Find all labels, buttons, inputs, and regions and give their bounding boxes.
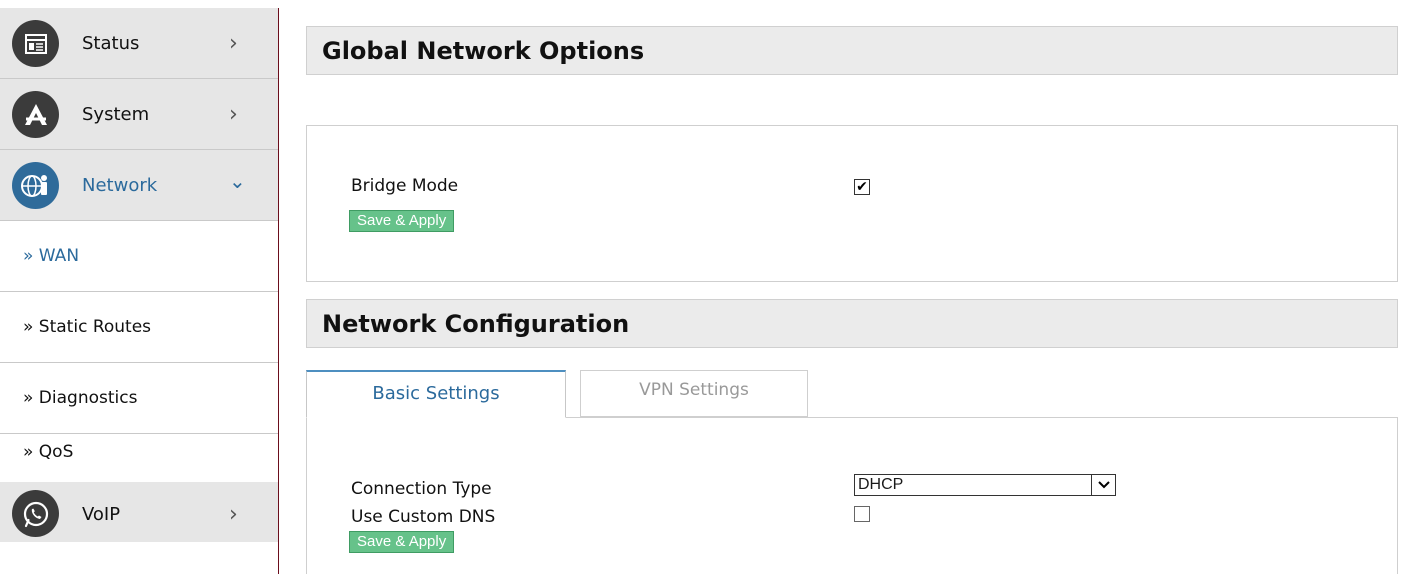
status-icon [12, 20, 59, 67]
sidebar: Status › System › Network ⌄ » WAN » Stat… [0, 8, 279, 574]
custom-dns-label: Use Custom DNS [351, 507, 496, 527]
chevron-right-icon: › [229, 502, 238, 527]
network-config-panel: Connection Type DHCP Use Custom DNS Save… [306, 417, 1398, 574]
bridge-mode-label: Bridge Mode [351, 176, 459, 196]
section-title: Global Network Options [322, 37, 645, 65]
bridge-mode-checkbox[interactable]: ✔ [854, 179, 870, 195]
chevron-down-icon: ⌄ [229, 169, 246, 193]
custom-dns-checkbox[interactable] [854, 506, 870, 522]
whatsapp-phone-icon [12, 490, 59, 537]
sidebar-item-label: VoIP [82, 504, 121, 525]
connection-type-select[interactable]: DHCP [854, 474, 1116, 496]
chevron-right-icon: › [229, 102, 238, 127]
sidebar-item-system[interactable]: System › [0, 79, 278, 150]
sidebar-item-status[interactable]: Status › [0, 8, 278, 79]
chevron-down-icon [1091, 475, 1115, 495]
sidebar-item-voip[interactable]: VoIP › [0, 482, 278, 542]
system-icon [12, 91, 59, 138]
chevron-right-icon: › [229, 31, 238, 56]
global-network-options-header: Global Network Options [306, 26, 1398, 75]
connection-type-value: DHCP [858, 476, 904, 493]
tab-basic-settings[interactable]: Basic Settings [306, 370, 566, 418]
sidebar-subitem-label: » Static Routes [23, 317, 152, 337]
tab-vpn-settings[interactable]: VPN Settings [580, 370, 808, 417]
sidebar-item-label: System [82, 104, 150, 125]
network-icon [12, 162, 59, 209]
save-apply-button[interactable]: Save & Apply [349, 531, 455, 553]
save-apply-button[interactable]: Save & Apply [349, 210, 455, 232]
network-configuration-header: Network Configuration [306, 299, 1398, 348]
sidebar-item-label: Status [82, 33, 140, 54]
sidebar-subitem-wan[interactable]: » WAN [0, 221, 278, 292]
sidebar-subitem-label: » Diagnostics [23, 388, 138, 408]
sidebar-subitem-static-routes[interactable]: » Static Routes [0, 292, 278, 363]
sidebar-subitem-qos[interactable]: » QoS [0, 434, 278, 482]
global-options-panel: Bridge Mode ✔ Save & Apply [306, 125, 1398, 282]
sidebar-subitem-label: » QoS [23, 442, 74, 462]
section-title: Network Configuration [322, 310, 630, 338]
connection-type-label: Connection Type [351, 479, 492, 499]
sidebar-subitem-label: » WAN [23, 246, 80, 266]
sidebar-item-network[interactable]: Network ⌄ [0, 150, 278, 221]
sidebar-item-label: Network [82, 175, 158, 196]
sidebar-subitem-diagnostics[interactable]: » Diagnostics [0, 363, 278, 434]
